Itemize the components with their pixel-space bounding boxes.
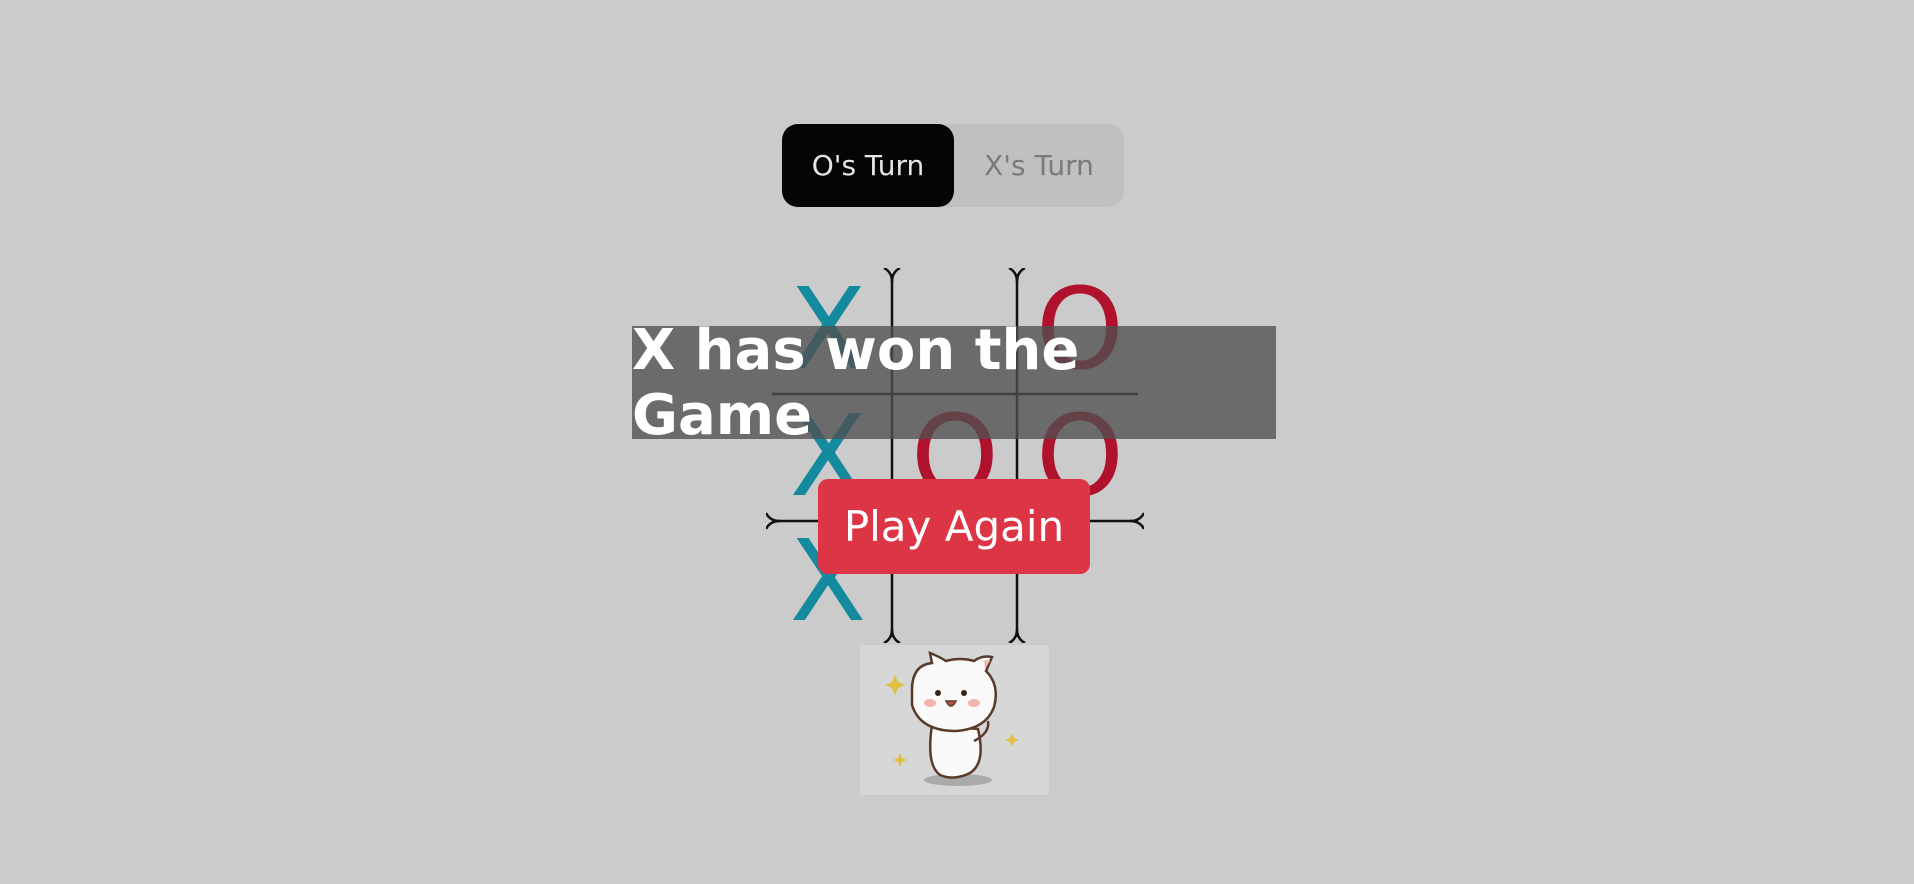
game-screen: O's Turn X's Turn X O X O (0, 0, 1914, 884)
winner-message: X has won the Game (632, 317, 1080, 448)
play-again-button[interactable]: Play Again (818, 479, 1090, 574)
o-turn-tab[interactable]: O's Turn (782, 124, 954, 207)
x-turn-tab[interactable]: X's Turn (954, 124, 1124, 207)
winner-banner: X has won the Game (632, 318, 1276, 448)
cat-celebrating-icon (860, 645, 1049, 795)
turn-indicator: O's Turn X's Turn (782, 124, 1124, 207)
